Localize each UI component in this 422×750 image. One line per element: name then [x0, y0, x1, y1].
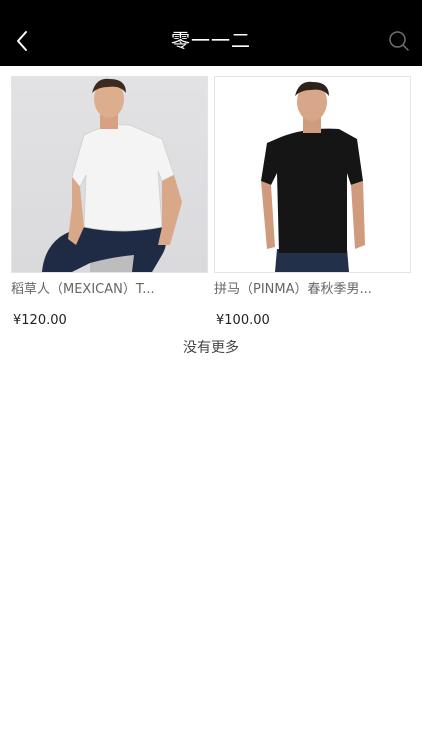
product-image[interactable]: [214, 76, 411, 273]
product-card[interactable]: 稻草人（MEXICAN）T... ¥120.00: [11, 76, 208, 330]
product-name[interactable]: 拼马（PINMA）春秋季男...: [214, 281, 411, 299]
product-price: ¥120.00: [13, 313, 67, 328]
model-black-tshirt-illustration: [261, 81, 365, 272]
product-price: ¥100.00: [216, 313, 270, 328]
no-more-indicator: 没有更多: [183, 340, 239, 356]
tshirt-shape: [261, 128, 363, 253]
top-navigation-bar: 零一一二: [0, 0, 422, 66]
search-icon: [389, 31, 409, 51]
product-card[interactable]: 拼马（PINMA）春秋季男... ¥100.00: [214, 76, 411, 330]
page-title: 零一一二: [170, 30, 251, 52]
model-white-tshirt-illustration: [42, 78, 182, 272]
tshirt-shape: [71, 124, 175, 232]
search-button[interactable]: [382, 24, 416, 58]
product-image[interactable]: [11, 76, 208, 273]
product-name[interactable]: 稻草人（MEXICAN）T...: [11, 281, 208, 299]
